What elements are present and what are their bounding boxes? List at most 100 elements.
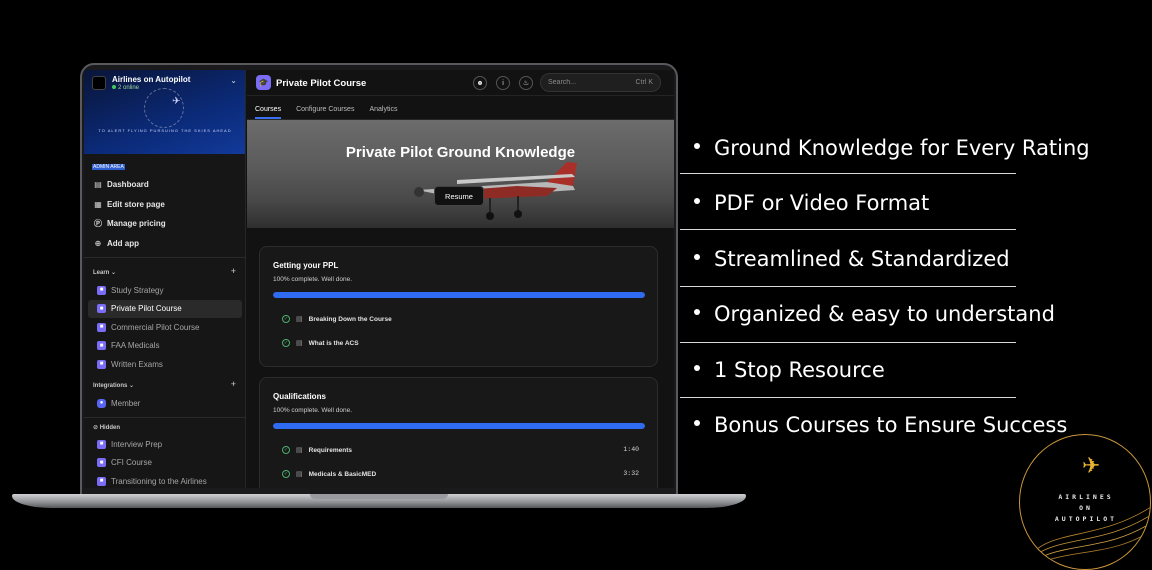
module-card: Qualifications 100% complete. Well done.…	[259, 377, 658, 488]
sidebar-item-label: Private Pilot Course	[111, 304, 182, 314]
sidebar-item-commercial-pilot-course[interactable]: ■ Commercial Pilot Course	[88, 318, 242, 337]
sidebar-item-written-exams[interactable]: ■ Written Exams	[88, 355, 242, 374]
course-icon: ■	[97, 476, 106, 486]
module-card: Getting your PPL 100% complete. Well don…	[259, 246, 658, 367]
add-learn-item-button[interactable]: +	[231, 266, 236, 276]
module-status: 100% complete. Well done.	[273, 276, 353, 283]
sidebar-item-private-pilot-course[interactable]: ■ Private Pilot Course	[88, 299, 242, 318]
app-screen: Airlines on Autopilot 2 online ⌄ ✈ TO AL…	[84, 70, 674, 488]
user-icon[interactable]: ☻	[473, 76, 487, 90]
dashboard-icon: ▤	[94, 180, 102, 190]
dollar-icon: Ⓟ	[94, 219, 102, 229]
sidebar-item-label: Study Strategy	[111, 285, 164, 295]
bullet-icon	[694, 143, 700, 149]
lesson-title: What is the ACS	[308, 339, 359, 347]
search-shortcut: Ctrl K	[635, 79, 654, 86]
section-label: Integrations	[93, 383, 128, 389]
feature-item: Streamlined & Standardized	[694, 247, 1010, 271]
brand-text-line: AIRLINES	[1058, 493, 1114, 501]
page-title: Private Pilot Course	[276, 78, 367, 89]
hero-title: Private Pilot Ground Knowledge	[345, 144, 576, 161]
sidebar-item-label: FAA Medicals	[111, 341, 160, 351]
video-icon: ▤	[296, 316, 303, 323]
lesson-row[interactable]: ✓ ▤ What is the ACS	[282, 337, 359, 349]
tab-bar: Courses Configure Courses Analytics	[247, 96, 674, 120]
lesson-row[interactable]: ✓ ▤ Medicals & BasicMED	[282, 468, 376, 480]
tab-configure-courses[interactable]: Configure Courses	[296, 106, 354, 119]
sidebar-item-label: Transitioning to the Airlines	[111, 476, 207, 486]
add-integration-button[interactable]: +	[231, 379, 236, 389]
sidebar-item-interview-prep[interactable]: ■ Interview Prep	[88, 435, 242, 454]
module-progress-bar	[273, 292, 645, 298]
lesson-duration: 3:32	[623, 470, 639, 477]
section-label: Learn	[93, 270, 110, 276]
chevron-down-icon[interactable]: ⌄	[230, 76, 237, 85]
learn-nav: ■ Study Strategy ■ Private Pilot Course …	[84, 281, 246, 374]
brand-logo: ✈ AIRLINES ON AUTOPILOT	[1019, 434, 1151, 570]
sidebar-item-study-strategy[interactable]: ■ Study Strategy	[88, 281, 242, 300]
progress-fill	[273, 423, 645, 429]
sidebar-item-faa-medicals[interactable]: ■ FAA Medicals	[88, 337, 242, 356]
sidebar-item-edit-store[interactable]: ▦ Edit store page	[84, 195, 246, 215]
module-progress-bar	[273, 423, 645, 429]
feature-divider	[680, 397, 1016, 398]
store-icon: ▦	[94, 199, 102, 209]
sidebar-item-label: Add app	[107, 238, 139, 248]
sidebar-item-cfi-course[interactable]: ■ CFI Course	[88, 454, 242, 473]
search-input[interactable]	[548, 79, 618, 86]
hidden-section-label: ⊘ Hidden	[93, 425, 121, 431]
sidebar-item-label: Edit store page	[107, 199, 165, 209]
video-icon: ▤	[296, 447, 303, 454]
topbar: 🎓 Private Pilot Course ☻ i ♨ Ctrl K	[247, 70, 674, 96]
bell-icon[interactable]: ♨	[519, 76, 533, 90]
sidebar-item-label: Dashboard	[107, 180, 149, 190]
course-icon: ■	[97, 341, 106, 351]
resume-button[interactable]: Resume	[434, 186, 484, 206]
feature-item: Bonus Courses to Ensure Success	[694, 413, 1067, 437]
hidden-nav: ■ Interview Prep ■ CFI Course ■ Transiti…	[84, 435, 246, 488]
feature-divider	[680, 229, 1016, 230]
course-icon: ■	[97, 359, 106, 369]
graduation-cap-icon: 🎓	[256, 75, 271, 90]
tab-analytics[interactable]: Analytics	[369, 106, 397, 119]
module-status: 100% complete. Well done.	[273, 407, 353, 414]
sidebar-item-label: Interview Prep	[111, 439, 163, 449]
course-icon: ■	[97, 322, 106, 332]
eye-off-icon: ⊘	[93, 425, 99, 431]
discord-icon: ●	[97, 398, 106, 408]
community-header[interactable]: Airlines on Autopilot 2 online ⌄ ✈ TO AL…	[84, 70, 245, 154]
module-title: Getting your PPL	[273, 261, 339, 270]
integrations-section-toggle[interactable]: Integrations ⌄	[93, 382, 134, 389]
lesson-row[interactable]: ✓ ▤ Breaking Down the Course	[282, 313, 392, 325]
check-icon: ✓	[282, 315, 290, 323]
lesson-title: Breaking Down the Course	[308, 315, 392, 323]
sidebar-item-member[interactable]: ● Member	[88, 394, 242, 413]
lesson-row[interactable]: ✓ ▤ Requirements	[282, 444, 352, 456]
learn-section-toggle[interactable]: Learn ⌄	[93, 269, 116, 276]
course-hero: Private Pilot Ground Knowledge Resume	[247, 120, 674, 228]
laptop-notch	[310, 494, 448, 499]
bullet-icon	[694, 198, 700, 204]
feature-item: Ground Knowledge for Every Rating	[694, 136, 1090, 160]
sidebar-item-label: Written Exams	[111, 359, 163, 369]
sidebar-item-dashboard[interactable]: ▤ Dashboard	[84, 175, 246, 195]
video-icon: ▤	[296, 471, 303, 478]
bullet-icon	[694, 309, 700, 315]
info-icon[interactable]: i	[496, 76, 510, 90]
sidebar-item-transitioning[interactable]: ■ Transitioning to the Airlines	[88, 472, 242, 488]
online-count: 2 online	[112, 85, 139, 91]
feature-item: 1 Stop Resource	[694, 358, 885, 382]
feature-item: PDF or Video Format	[694, 191, 929, 215]
sidebar-item-manage-pricing[interactable]: Ⓟ Manage pricing	[84, 214, 246, 234]
sidebar-item-label: CFI Course	[111, 458, 152, 468]
brand-text-line: AUTOPILOT	[1054, 515, 1118, 523]
divider	[84, 257, 246, 258]
search-box[interactable]: Ctrl K	[540, 73, 661, 92]
tab-courses[interactable]: Courses	[255, 106, 282, 119]
feature-divider	[680, 286, 1016, 287]
check-icon: ✓	[282, 446, 290, 454]
sidebar-item-add-app[interactable]: ⊕ Add app	[84, 234, 246, 254]
bullet-icon	[694, 420, 700, 426]
course-icon: ■	[97, 285, 106, 295]
feature-item: Organized & easy to understand	[694, 302, 1055, 326]
